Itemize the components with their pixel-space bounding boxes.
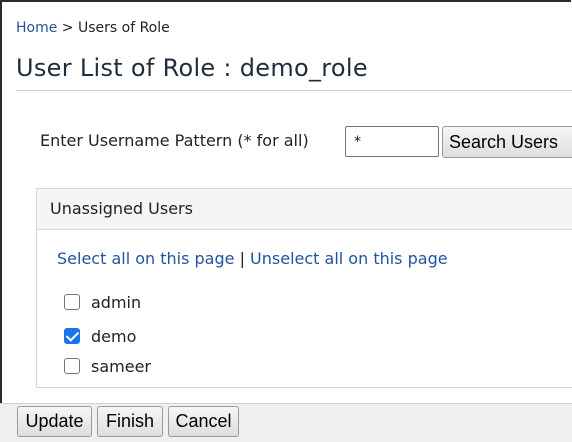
user-row-sameer[interactable]: sameer xyxy=(64,355,151,377)
breadcrumb-current: Users of Role xyxy=(77,20,170,36)
selection-divider: | xyxy=(234,249,251,268)
selection-links: Select all on this page | Unselect all o… xyxy=(57,249,448,268)
panel-heading: Unassigned Users xyxy=(37,189,572,230)
breadcrumb-separator: > xyxy=(57,20,78,36)
user-checkbox[interactable] xyxy=(64,358,80,374)
user-checkbox[interactable] xyxy=(64,328,80,344)
unselect-all-link[interactable]: Unselect all on this page xyxy=(250,249,448,268)
update-button[interactable]: Update xyxy=(17,406,92,437)
user-row-admin[interactable]: admin xyxy=(64,291,141,313)
title-divider xyxy=(16,90,572,91)
user-name: sameer xyxy=(91,356,151,376)
unassigned-users-panel: Unassigned Users Select all on this page… xyxy=(36,188,572,388)
breadcrumb-home-link[interactable]: Home xyxy=(16,20,57,36)
username-pattern-input[interactable] xyxy=(345,126,439,157)
username-pattern-label: Enter Username Pattern (* for all) xyxy=(40,131,309,150)
select-all-link[interactable]: Select all on this page xyxy=(57,249,234,268)
user-name: demo xyxy=(91,326,137,346)
finish-button[interactable]: Finish xyxy=(97,406,163,437)
user-name: admin xyxy=(91,292,142,312)
user-row-demo[interactable]: demo xyxy=(64,325,136,347)
cancel-button[interactable]: Cancel xyxy=(168,406,239,437)
user-checkbox[interactable] xyxy=(64,294,80,310)
page-title: User List of Role : demo_role xyxy=(16,54,368,82)
search-users-button[interactable]: Search Users xyxy=(442,126,572,158)
breadcrumb: Home > Users of Role xyxy=(16,20,170,36)
